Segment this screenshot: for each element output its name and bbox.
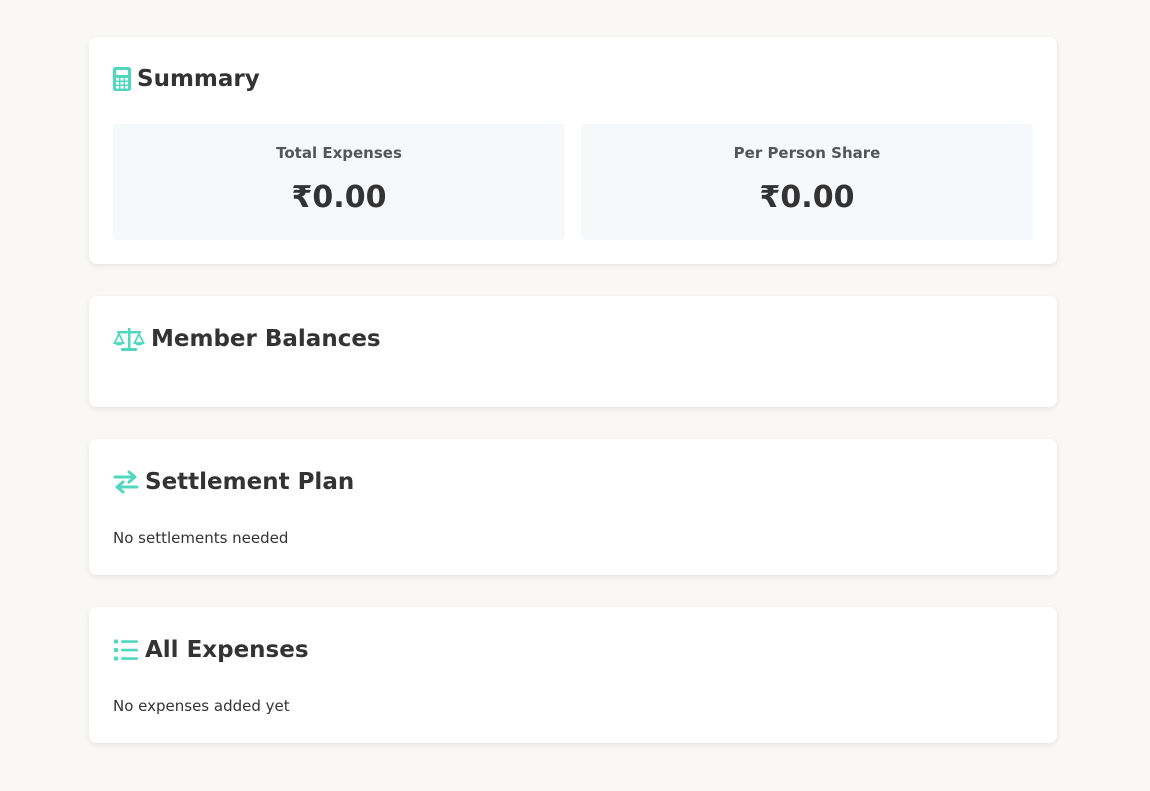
calculator-icon bbox=[113, 67, 131, 91]
settlement-plan-card: Settlement Plan No settlements needed bbox=[89, 439, 1057, 575]
per-person-share-value: ₹0.00 bbox=[759, 180, 855, 215]
per-person-share-box: Per Person Share ₹0.00 bbox=[581, 124, 1033, 240]
total-expenses-value: ₹0.00 bbox=[291, 180, 387, 215]
member-balances-heading: Member Balances bbox=[113, 326, 381, 352]
balance-scale-icon bbox=[113, 326, 145, 352]
list-icon bbox=[113, 638, 139, 662]
all-expenses-title: All Expenses bbox=[145, 637, 309, 663]
settlement-empty-text: No settlements needed bbox=[113, 529, 289, 547]
all-expenses-card: All Expenses No expenses added yet bbox=[89, 607, 1057, 743]
per-person-share-label: Per Person Share bbox=[733, 144, 881, 162]
total-expenses-box: Total Expenses ₹0.00 bbox=[113, 124, 565, 240]
page: Summary Total Expenses ₹0.00 Per Person … bbox=[0, 0, 1150, 791]
settlement-plan-heading: Settlement Plan bbox=[113, 469, 354, 495]
expenses-empty-text: No expenses added yet bbox=[113, 697, 290, 715]
summary-title: Summary bbox=[137, 66, 260, 92]
total-expenses-label: Total Expenses bbox=[276, 144, 402, 162]
exchange-arrows-icon bbox=[113, 470, 139, 494]
summary-heading: Summary bbox=[113, 66, 260, 92]
member-balances-title: Member Balances bbox=[151, 326, 381, 352]
settlement-plan-title: Settlement Plan bbox=[145, 469, 355, 495]
all-expenses-heading: All Expenses bbox=[113, 637, 309, 663]
summary-card: Summary Total Expenses ₹0.00 Per Person … bbox=[89, 37, 1057, 264]
member-balances-card: Member Balances bbox=[89, 296, 1057, 407]
